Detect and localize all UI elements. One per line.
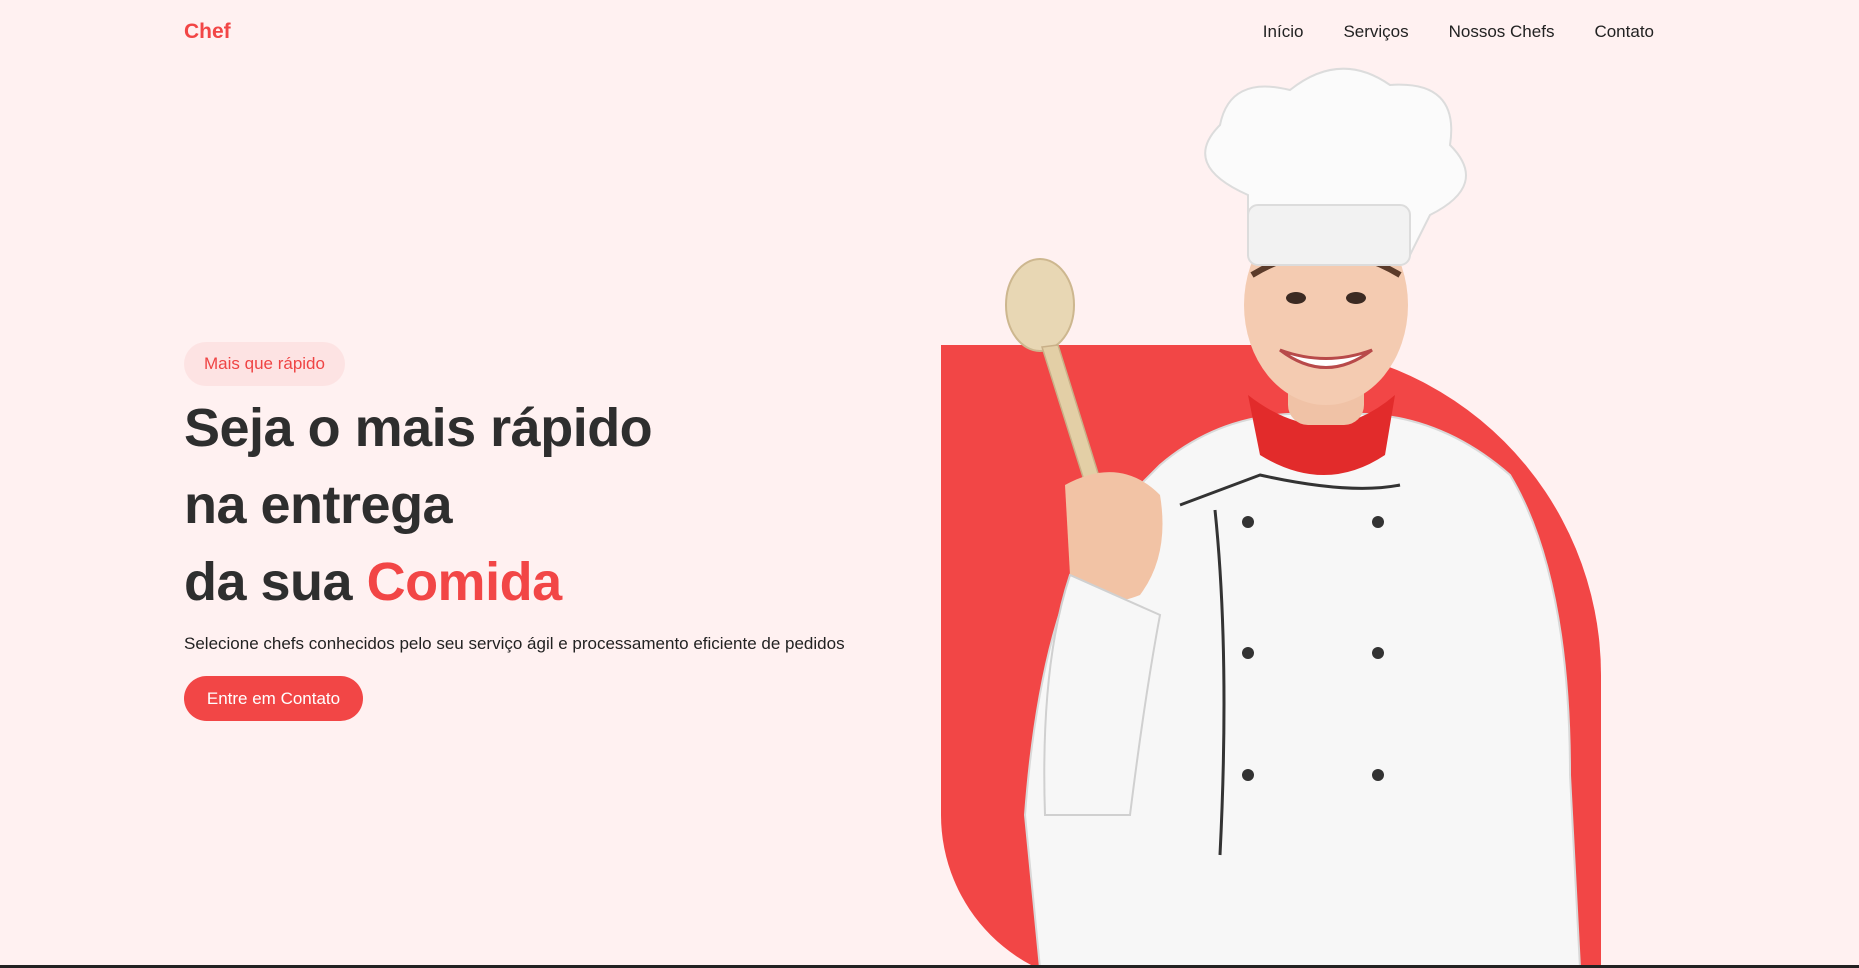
nav-item-servicos[interactable]: Serviços (1343, 22, 1408, 42)
headline-line-3-prefix: da sua (184, 552, 367, 612)
page: Chef Início Serviços Nossos Chefs Contat… (0, 0, 1859, 968)
hero-subtitle: Selecione chefs conhecidos pelo seu serv… (184, 634, 845, 653)
chef-illustration (1005, 67, 1582, 968)
contact-cta-button[interactable]: Entre em Contato (184, 676, 363, 721)
brand-logo[interactable]: Chef (184, 20, 231, 44)
hero-headline: Seja o mais rápido na entrega da sua Com… (184, 390, 653, 621)
headline-accent-word: Comida (366, 552, 563, 612)
headline-line-2: na entrega (184, 475, 453, 535)
nav-item-nossos-chefs[interactable]: Nossos Chefs (1449, 22, 1555, 42)
headline-line-1: Seja o mais rápido (184, 398, 653, 458)
nav-item-contato[interactable]: Contato (1594, 22, 1654, 42)
main-nav: Início Serviços Nossos Chefs Contato (1263, 22, 1654, 42)
nav-item-inicio[interactable]: Início (1263, 22, 1304, 42)
hero-badge: Mais que rápido (184, 342, 345, 386)
